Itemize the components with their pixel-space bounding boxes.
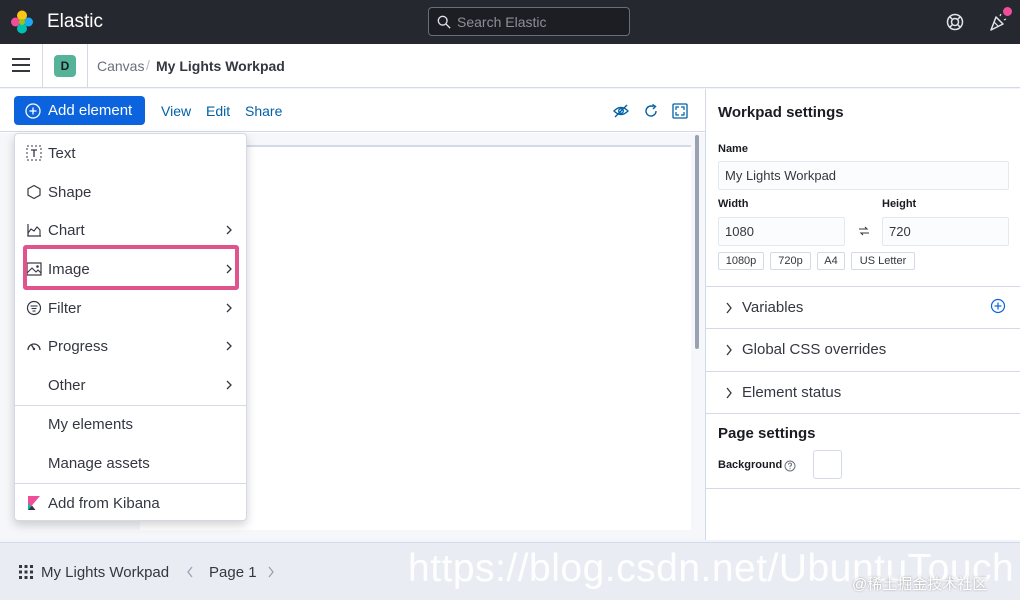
- menu-item-label: Filter: [48, 299, 82, 317]
- divider: [706, 413, 1020, 414]
- add-element-menu: Text Shape Chart Image Filter Progress O…: [14, 133, 247, 521]
- breadcrumb-canvas[interactable]: Canvas: [97, 58, 144, 74]
- menu-item-label: My elements: [48, 415, 134, 433]
- name-field[interactable]: [718, 161, 1009, 190]
- view-menu-link[interactable]: View: [161, 103, 191, 119]
- menu-item-progress[interactable]: Progress: [15, 327, 246, 365]
- accordion-element-status[interactable]: Element status: [706, 371, 1020, 413]
- brand-name[interactable]: Elastic: [47, 11, 103, 33]
- menu-item-label: Chart: [48, 221, 85, 239]
- hamburger-menu-icon[interactable]: [12, 57, 30, 73]
- image-icon: [26, 262, 42, 276]
- menu-item-shape[interactable]: Shape: [15, 173, 246, 211]
- edit-menu-link[interactable]: Edit: [206, 103, 230, 119]
- gauge-icon: [27, 343, 41, 351]
- kibana-icon: [28, 496, 40, 510]
- accordion-variables[interactable]: Variables: [706, 286, 1020, 328]
- page-settings-title: Page settings: [718, 425, 816, 442]
- menu-item-chart[interactable]: Chart: [15, 211, 246, 249]
- filter-icon: [26, 300, 42, 316]
- width-input[interactable]: [725, 224, 844, 239]
- footer-workpad-name[interactable]: My Lights Workpad: [41, 564, 169, 581]
- top-header: Elastic: [0, 0, 1020, 44]
- workpad-toolbar: Add element View Edit Share: [0, 89, 705, 132]
- chevron-right-icon[interactable]: [266, 566, 276, 578]
- chevron-left-icon[interactable]: [185, 566, 195, 578]
- page-footer: My Lights Workpad Page 1 https://blog.cs…: [0, 542, 1020, 600]
- breadcrumb-current: My Lights Workpad: [156, 58, 285, 74]
- preset-us-letter-button[interactable]: US Letter: [851, 252, 915, 270]
- notification-dot: [1003, 7, 1012, 16]
- menu-item-label: Progress: [48, 337, 109, 355]
- height-label: Height: [882, 198, 917, 210]
- divider: [706, 488, 1020, 489]
- eye-closed-icon[interactable]: [612, 102, 630, 120]
- divider: [42, 44, 43, 88]
- accordion-global-css[interactable]: Global CSS overrides: [706, 328, 1020, 370]
- swap-dimensions-icon[interactable]: [857, 224, 871, 238]
- accordion-label: Global CSS overrides: [742, 341, 887, 358]
- menu-item-label: Add from Kibana: [48, 494, 160, 512]
- menu-item-filter[interactable]: Filter: [15, 289, 246, 327]
- menu-item-add-from-kibana[interactable]: Add from Kibana: [15, 484, 246, 522]
- divider: [87, 44, 88, 88]
- help-lifebuoy-icon[interactable]: [945, 12, 965, 32]
- chevron-right-icon: [226, 225, 232, 235]
- preset-720p-button[interactable]: 720p: [770, 252, 811, 270]
- accordion-label: Variables: [742, 299, 804, 316]
- width-field[interactable]: [718, 217, 845, 246]
- menu-item-image[interactable]: Image: [15, 250, 246, 288]
- apps-grid-icon[interactable]: [19, 565, 33, 579]
- refresh-icon[interactable]: [642, 102, 660, 120]
- chevron-right-icon: [726, 387, 732, 399]
- menu-item-label: Text: [48, 144, 76, 162]
- chevron-right-icon: [226, 380, 232, 390]
- menu-item-label: Image: [48, 260, 90, 278]
- menu-item-text[interactable]: Text: [15, 134, 246, 172]
- chevron-right-icon: [226, 264, 232, 274]
- chevron-right-icon: [726, 302, 732, 314]
- background-label: Background: [718, 459, 783, 471]
- vertical-scrollbar[interactable]: [695, 135, 699, 349]
- menu-item-label: Shape: [48, 183, 92, 201]
- workpad-settings-title: Workpad settings: [718, 104, 844, 121]
- text-icon: [26, 145, 42, 161]
- breadcrumb-separator: /: [146, 57, 150, 73]
- preset-1080p-button[interactable]: 1080p: [718, 252, 764, 270]
- chevron-right-icon: [226, 303, 232, 313]
- add-element-button[interactable]: Add element: [14, 96, 145, 125]
- width-label: Width: [718, 198, 749, 210]
- background-color-picker[interactable]: [813, 450, 842, 479]
- menu-item-other[interactable]: Other: [15, 366, 246, 404]
- plus-circle-icon: [25, 102, 41, 119]
- add-element-label: Add element: [48, 102, 133, 119]
- menu-item-label: Other: [48, 376, 86, 394]
- breadcrumb-bar: D Canvas / My Lights Workpad: [0, 44, 1020, 88]
- chart-icon: [27, 224, 41, 237]
- share-menu-link[interactable]: Share: [245, 103, 282, 119]
- question-icon[interactable]: [784, 460, 796, 472]
- search-bar[interactable]: [428, 7, 630, 36]
- menu-item-label: Manage assets: [48, 454, 150, 472]
- name-label: Name: [718, 143, 748, 155]
- page-indicator[interactable]: Page 1: [209, 564, 257, 581]
- hexagon-icon: [27, 184, 41, 200]
- search-icon: [437, 15, 451, 29]
- add-variable-icon[interactable]: [990, 298, 1006, 314]
- height-input[interactable]: [889, 224, 1008, 239]
- menu-item-manage-assets[interactable]: Manage assets: [15, 444, 246, 482]
- preset-a4-button[interactable]: A4: [817, 252, 845, 270]
- chevron-right-icon: [226, 341, 232, 351]
- watermark-credit: @稀土掘金技术社区: [852, 576, 988, 593]
- elastic-logo-icon[interactable]: [10, 10, 34, 34]
- height-field[interactable]: [882, 217, 1009, 246]
- workpad-settings-panel: Workpad settings Name Width Height 1080p…: [705, 89, 1020, 540]
- space-avatar[interactable]: D: [54, 55, 76, 77]
- search-input[interactable]: [457, 13, 617, 30]
- accordion-label: Element status: [742, 384, 842, 401]
- name-input[interactable]: [725, 168, 1008, 183]
- menu-item-my-elements[interactable]: My elements: [15, 405, 246, 443]
- chevron-right-icon: [726, 344, 732, 356]
- fullscreen-icon[interactable]: [671, 102, 689, 120]
